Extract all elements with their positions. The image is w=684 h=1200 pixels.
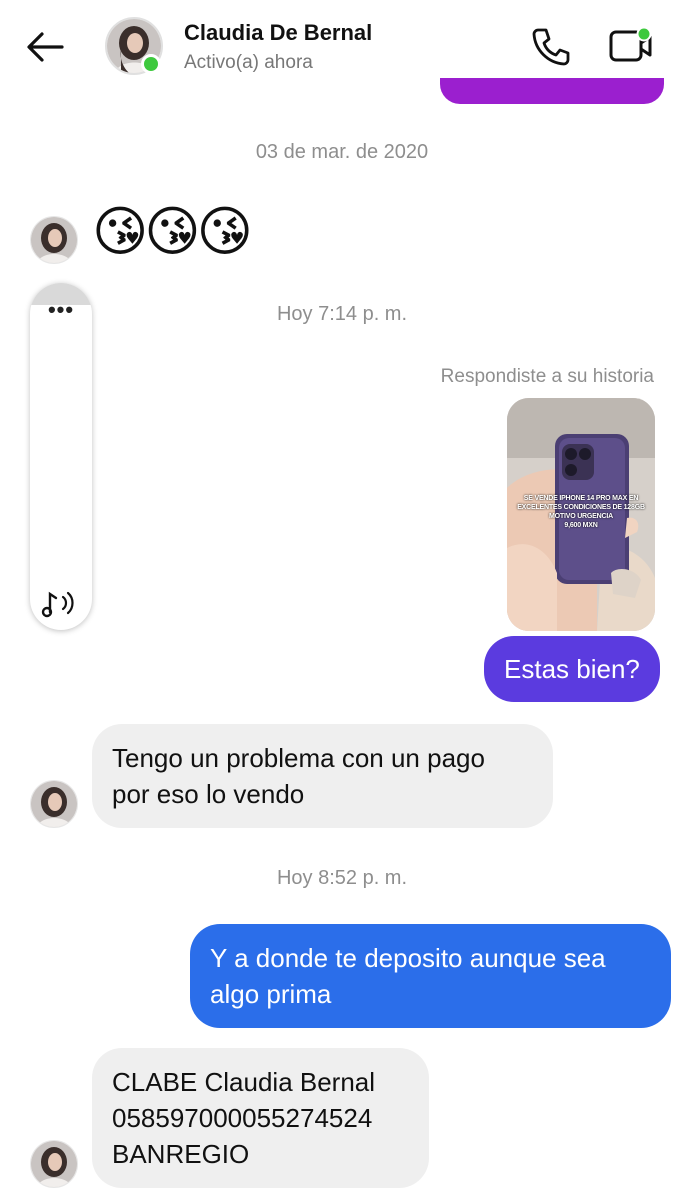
incoming-message[interactable]: Tengo un problema con un pago por eso lo… [92, 724, 553, 828]
date-separator: 03 de mar. de 2020 [255, 141, 429, 163]
message-line: Tengo un problema con un pago [112, 743, 485, 773]
incoming-message[interactable]: CLABE Claudia Bernal 058597000055274524 … [92, 1048, 429, 1188]
outgoing-message[interactable]: Estas bien? [484, 636, 660, 702]
outgoing-message[interactable]: Y a donde te deposito aunque sea algo pr… [190, 924, 671, 1028]
message-line: algo prima [210, 979, 332, 1009]
timestamp: Hoy 8:52 p. m. [276, 867, 408, 889]
message-line: BANREGIO [112, 1139, 250, 1169]
phone-icon[interactable] [530, 26, 572, 68]
online-status-dot [141, 54, 161, 74]
back-arrow-icon[interactable] [22, 26, 70, 68]
message-line: CLABE Claudia Bernal [112, 1067, 376, 1097]
sender-avatar[interactable] [30, 780, 78, 828]
story-reply-label: Respondiste a su historia [440, 366, 654, 387]
previous-message-bubble [440, 78, 664, 104]
message-line: Y a donde te deposito aunque sea [210, 943, 606, 973]
audio-player-widget[interactable] [30, 283, 92, 630]
emoji-message[interactable]: 😘😘😘 [92, 200, 253, 264]
story-thumbnail[interactable]: SE VENDE IPHONE 14 PRO MAX EN EXCELENTES… [507, 398, 655, 631]
contact-name[interactable]: Claudia De Bernal [184, 20, 372, 46]
message-line: 058597000055274524 [112, 1103, 373, 1133]
story-caption: SE VENDE IPHONE 14 PRO MAX EN EXCELENTES… [517, 495, 645, 529]
message-line: por eso lo vendo [112, 779, 305, 809]
more-options-icon[interactable]: ••• [30, 299, 92, 321]
sender-avatar[interactable] [30, 216, 78, 264]
video-call-icon[interactable] [608, 24, 656, 68]
sound-icon[interactable] [40, 586, 80, 620]
sender-avatar[interactable] [30, 1140, 78, 1188]
contact-status: Activo(a) ahora [184, 52, 313, 73]
timestamp: Hoy 7:14 p. m. [276, 303, 408, 325]
